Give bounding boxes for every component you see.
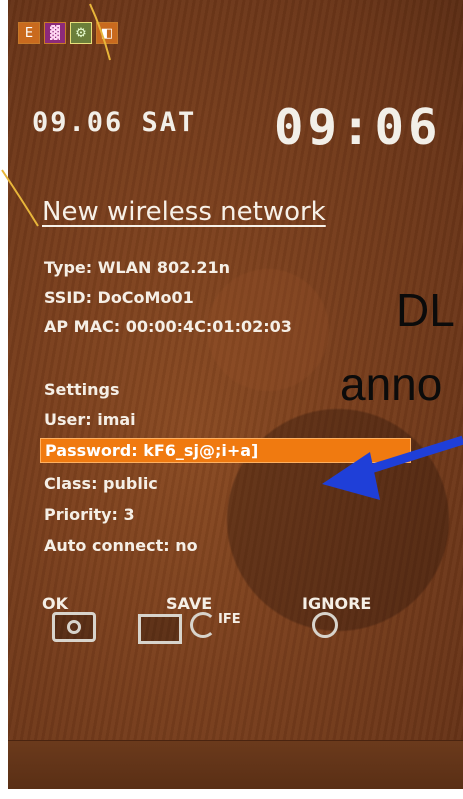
app-icon-orange-2[interactable]: ◧ [96, 22, 118, 44]
setting-password-highlighted[interactable]: Password: kF6_sj@;i+a] [40, 438, 411, 463]
app-icon-purple[interactable]: ▓ [44, 22, 66, 44]
setting-priority[interactable]: Priority: 3 [44, 505, 135, 524]
date-display: 09.06 SAT [32, 107, 197, 138]
bottom-bar [8, 740, 463, 789]
ignore-label: IGNORE [302, 594, 372, 613]
search-icon [312, 612, 338, 638]
setting-user[interactable]: User: imai [44, 410, 136, 429]
network-ap-mac: AP MAC: 00:00:4C:01:02:03 [44, 317, 292, 336]
status-icons: E ▓ ⚙ ◧ [18, 22, 118, 44]
setting-class[interactable]: Class: public [44, 474, 158, 493]
camera-icon [52, 612, 96, 642]
settings-heading: Settings [44, 380, 120, 399]
ok-label: OK [42, 594, 68, 613]
app-icon-green[interactable]: ⚙ [70, 22, 92, 44]
save-label: SAVE [166, 594, 213, 613]
app-icon-orange[interactable]: E [18, 22, 40, 44]
setting-auto-connect[interactable]: Auto connect: no [44, 536, 198, 555]
time-display: 09:06 [274, 99, 442, 156]
annotation-label-line1: DL [396, 284, 455, 336]
network-type: Type: WLAN 802.21n [44, 258, 231, 277]
refresh-icon [190, 612, 216, 638]
file-suffix-label: IFE [218, 612, 241, 627]
screenshot-frame: E ▓ ⚙ ◧ 09.06 SAT 09:06 New wireless net… [0, 0, 463, 799]
setting-password: Password: kF6_sj@;i+a] [45, 441, 259, 460]
network-ssid: SSID: DoCoMo01 [44, 288, 194, 307]
folder-icon [138, 614, 182, 644]
dialog-title: New wireless network [42, 197, 326, 227]
annotation-label-line2: anno [340, 358, 443, 410]
